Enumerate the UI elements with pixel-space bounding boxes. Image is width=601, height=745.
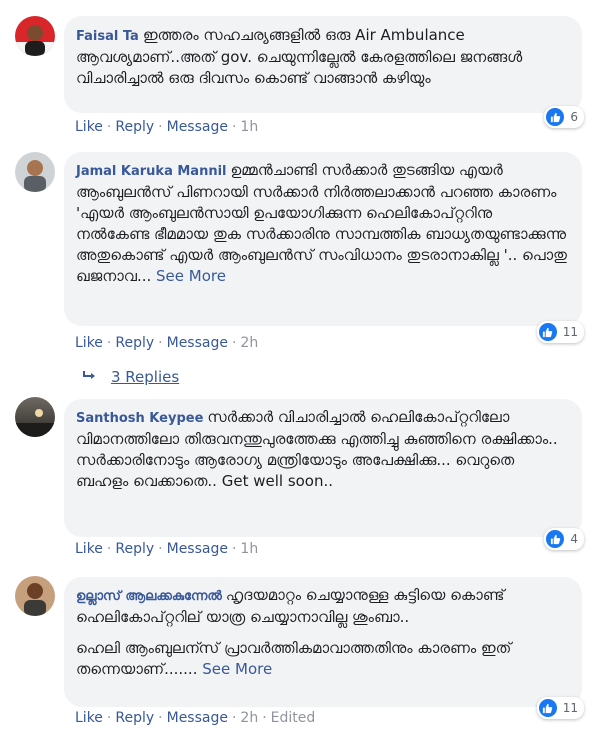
see-more-link[interactable]: See More [202, 660, 272, 678]
see-more-link[interactable]: See More [156, 267, 226, 285]
comment-actions: Like · Reply · Message · 2h [75, 335, 258, 351]
comment-author[interactable]: Santhosh Keypee [76, 411, 203, 426]
reaction-count: 6 [570, 110, 578, 124]
reaction-count: 11 [562, 325, 578, 339]
replies-count-link[interactable]: 3 Replies [111, 368, 179, 386]
message-link[interactable]: Message [167, 335, 228, 351]
thumbs-up-icon [546, 530, 565, 548]
avatar[interactable] [15, 16, 55, 56]
comment-actions: Like · Reply · Message · 1h [75, 119, 258, 135]
reply-link[interactable]: Reply [115, 119, 154, 135]
comment-bubble: ഉല്ലാസ് ആലക്കകുന്നേൽ ഹൃദയമാറ്റം ചെയ്യാനുള… [64, 577, 582, 707]
comment-text: ഉമ്മൻചാണ്ടി സർക്കാർ തുടങ്ങിയ എയർ ആംബുലൻസ… [76, 161, 567, 285]
message-link[interactable]: Message [167, 541, 228, 557]
separator: · [231, 119, 237, 135]
reply-link[interactable]: Reply [115, 335, 154, 351]
thumbs-up-icon [546, 108, 565, 126]
comment-bubble: Faisal Ta ഇത്തരം സഹചര്യങ്ങളിൽ ഒരു Air Amb… [64, 16, 582, 113]
comment-actions: Like · Reply · Message · 2h · Edited [75, 710, 315, 726]
comment-text: ഇത്തരം സഹചര്യങ്ങളിൽ ഒരു Air Ambulance ആവ… [76, 26, 523, 87]
comment-author[interactable]: Jamal Karuka Mannil [76, 164, 227, 179]
comment-actions: Like · Reply · Message · 1h [75, 541, 258, 557]
separator: · [106, 710, 112, 726]
avatar[interactable] [15, 152, 55, 192]
like-link[interactable]: Like [75, 119, 103, 135]
view-replies[interactable]: 3 Replies [83, 368, 179, 386]
reaction-count: 11 [562, 701, 578, 715]
comment-bubble: Santhosh Keypee സർക്കാർ വിചാരിച്ചാൽ ഹെലിക… [64, 399, 582, 537]
thumbs-up-icon [538, 699, 557, 717]
comment-author[interactable]: Faisal Ta [76, 29, 139, 44]
reaction-count-badge[interactable]: 11 [536, 697, 584, 719]
like-link[interactable]: Like [75, 335, 103, 351]
timestamp[interactable]: 2h [240, 335, 258, 351]
avatar[interactable] [15, 397, 55, 437]
reply-link[interactable]: Reply [115, 710, 154, 726]
separator: · [158, 710, 163, 726]
reply-arrow-icon [83, 368, 97, 386]
timestamp[interactable]: 1h [240, 119, 258, 135]
separator: · [158, 335, 163, 351]
separator: · [106, 541, 112, 557]
separator: · [158, 541, 163, 557]
separator: · [231, 335, 237, 351]
reaction-count-badge[interactable]: 4 [544, 528, 584, 550]
reaction-count-badge[interactable]: 6 [544, 106, 584, 128]
separator: · [262, 710, 267, 726]
comment-text-2: ഹെലി ആംബുലന്സ് പ്രാവർത്തികമാവാത്തതിനും ക… [76, 639, 512, 678]
comment-bubble: Jamal Karuka Mannil ഉമ്മൻചാണ്ടി സർക്കാർ ത… [64, 152, 582, 326]
message-link[interactable]: Message [167, 710, 228, 726]
separator: · [106, 335, 112, 351]
comment-text-paragraph-2: ഹെലി ആംബുലന്സ് പ്രാവർത്തികമാവാത്തതിനും ക… [76, 638, 570, 680]
reply-link[interactable]: Reply [115, 541, 154, 557]
reaction-count-badge[interactable]: 11 [536, 321, 584, 343]
message-link[interactable]: Message [167, 119, 228, 135]
like-link[interactable]: Like [75, 541, 103, 557]
avatar[interactable] [15, 576, 55, 616]
reaction-count: 4 [570, 532, 578, 546]
separator: · [158, 119, 163, 135]
separator: · [231, 541, 237, 557]
comment-author[interactable]: ഉല്ലാസ് ആലക്കകുന്നേൽ [76, 589, 222, 604]
timestamp[interactable]: 1h [240, 541, 258, 557]
separator: · [106, 119, 112, 135]
thumbs-up-icon [538, 323, 557, 341]
timestamp[interactable]: 2h [240, 710, 258, 726]
edited-label[interactable]: Edited [271, 710, 316, 726]
like-link[interactable]: Like [75, 710, 103, 726]
separator: · [231, 710, 237, 726]
